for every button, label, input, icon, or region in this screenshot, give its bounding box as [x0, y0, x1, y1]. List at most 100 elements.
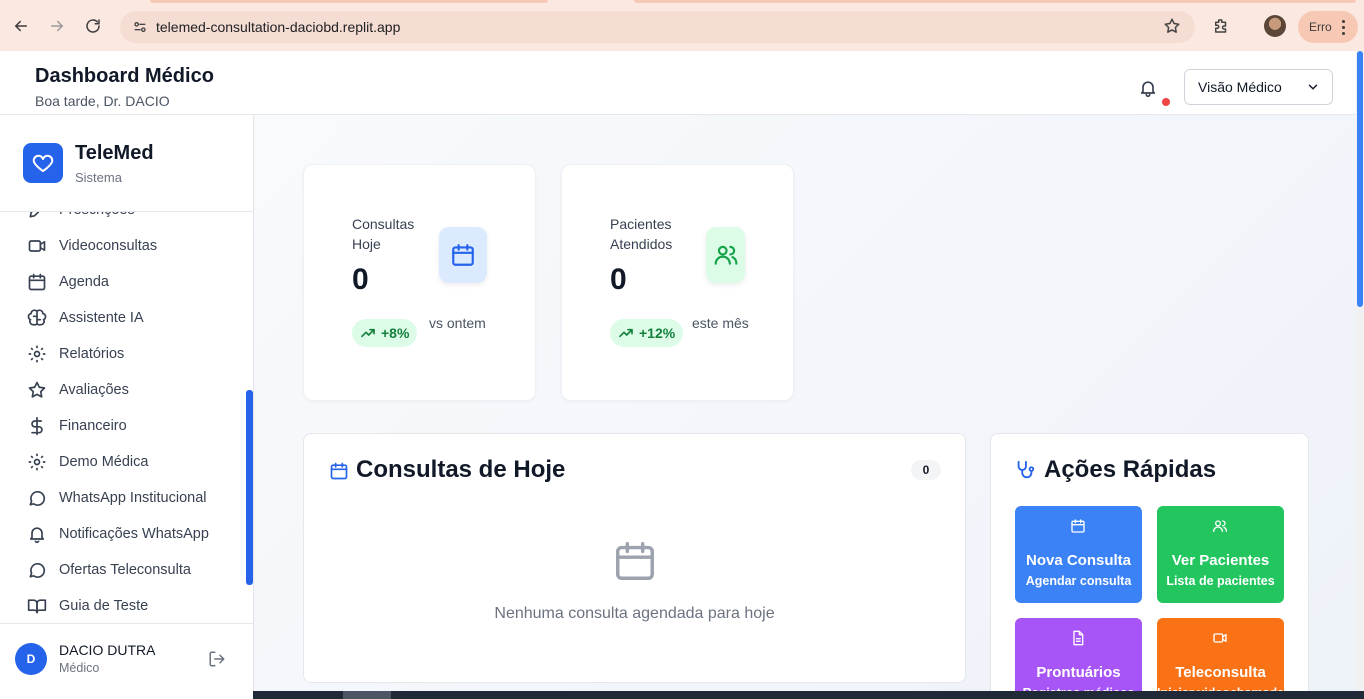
- sidebar-item-label: Relatórios: [59, 346, 125, 362]
- main-content: Consultas Hoje 0 +8% vs ontem Pacientes …: [255, 115, 1356, 699]
- calendar-icon: [329, 461, 349, 481]
- stethoscope-icon: [1014, 459, 1036, 481]
- stat-card-consultas-hoje: Consultas Hoje 0 +8% vs ontem: [303, 164, 536, 401]
- trend-caption: vs ontem: [429, 315, 486, 331]
- acoes-rapidas-panel: Ações Rápidas Nova Consulta Agendar cons…: [990, 433, 1309, 699]
- sidebar-item-guia-de-teste[interactable]: Guia de Teste: [0, 588, 246, 624]
- site-settings-icon[interactable]: [130, 17, 150, 37]
- page-scrollbar-thumb[interactable]: [1357, 51, 1363, 307]
- page-scrollbar[interactable]: [1356, 51, 1364, 699]
- video-icon: [28, 240, 46, 252]
- brain-icon: [27, 309, 47, 326]
- calendar-icon: [1071, 519, 1085, 533]
- sidebar-item-avaliacoes[interactable]: Avaliações: [0, 372, 246, 408]
- browser-error-button[interactable]: Erro: [1298, 11, 1358, 43]
- trend-caption: este mês: [692, 315, 749, 331]
- browser-toolbar: telemed-consultation-daciobd.replit.app …: [0, 0, 1364, 51]
- reload-icon[interactable]: [79, 12, 107, 40]
- sidebar-item-demo-medica[interactable]: Demo Médica: [0, 444, 246, 480]
- app-header: Dashboard Médico Boa tarde, Dr. DACIO Vi…: [0, 51, 1356, 115]
- sidebar-item-label: Agenda: [59, 274, 109, 290]
- sidebar-item-relatorios[interactable]: Relatórios: [0, 336, 246, 372]
- sidebar-item-notificacoes-whatsapp[interactable]: Notificações WhatsApp: [0, 516, 246, 552]
- calendar-icon: [439, 227, 487, 283]
- prontuarios-button[interactable]: Prontuários Registros médicos: [1015, 618, 1142, 699]
- page-title: Dashboard Médico: [35, 65, 214, 87]
- sidebar-item-label: Videoconsultas: [59, 238, 158, 254]
- ver-pacientes-button[interactable]: Ver Pacientes Lista de pacientes: [1157, 506, 1284, 603]
- back-arrow-icon[interactable]: [7, 12, 35, 40]
- trend-badge: +8%: [352, 319, 418, 347]
- panel-title: Ações Rápidas: [1044, 456, 1217, 483]
- brand-header: TeleMed Sistema: [0, 115, 253, 212]
- bell-icon: [29, 527, 45, 544]
- book-icon: [27, 599, 47, 614]
- url-text: telemed-consultation-daciobd.replit.app: [156, 19, 401, 35]
- chat-icon: [29, 490, 46, 506]
- empty-state-text: Nenhuma consulta agendada para hoje: [494, 605, 775, 622]
- sidebar-scrollbar[interactable]: [246, 390, 253, 585]
- calendar-empty-icon: [612, 538, 658, 584]
- extensions-puzzle-icon[interactable]: [1208, 13, 1234, 39]
- taskbar-item[interactable]: [343, 691, 391, 699]
- sidebar-item-label: Guia de Teste: [59, 598, 149, 614]
- quick-action-title: Ver Pacientes: [1171, 552, 1270, 569]
- view-mode-select[interactable]: Visão Médico: [1184, 69, 1333, 105]
- address-bar[interactable]: telemed-consultation-daciobd.replit.app: [120, 11, 1195, 43]
- browser-menu-icon[interactable]: [1342, 20, 1346, 35]
- users-icon: [1213, 520, 1227, 532]
- panel-title: Consultas de Hoje: [356, 456, 566, 483]
- user-profile: D DACIO DUTRA Médico: [0, 623, 253, 699]
- tab-strip-edge: [150, 0, 548, 3]
- bookmark-star-icon[interactable]: [1163, 17, 1181, 40]
- sidebar-item-assistente-ia[interactable]: Assistente IA: [0, 300, 246, 336]
- trending-up-icon: [619, 328, 633, 338]
- sidebar-item-label: Assistente IA: [59, 310, 144, 326]
- sidebar-item-ofertas-teleconsulta[interactable]: Ofertas Teleconsulta: [0, 552, 246, 588]
- teleconsulta-button[interactable]: Teleconsulta Iniciar videochamada: [1157, 618, 1284, 699]
- profile-avatar[interactable]: [1264, 15, 1286, 37]
- chevron-down-icon: [1306, 80, 1320, 94]
- view-mode-value: Visão Médico: [1198, 79, 1282, 95]
- trend-badge: +12%: [610, 319, 684, 347]
- users-icon: [706, 227, 745, 283]
- tab-strip-edge: [634, 0, 1356, 3]
- trend-value: +12%: [639, 325, 676, 341]
- sidebar-item-videoconsultas[interactable]: Videoconsultas: [0, 228, 246, 264]
- star-icon: [28, 381, 46, 398]
- sidebar: Prescrições Videoconsultas Agenda Assist…: [0, 115, 254, 699]
- heart-logo-icon: [23, 143, 63, 183]
- logout-icon[interactable]: [208, 650, 226, 668]
- browser-error-label: Erro: [1309, 20, 1332, 34]
- user-role: Médico: [59, 661, 100, 675]
- notifications-bell-icon[interactable]: [1138, 78, 1158, 98]
- stat-value: 0: [610, 263, 627, 296]
- calendar-icon: [28, 273, 46, 291]
- quick-action-subtitle: Lista de pacientes: [1166, 574, 1275, 588]
- avatar[interactable]: D: [15, 643, 47, 675]
- quick-action-title: Teleconsulta: [1175, 664, 1266, 681]
- consultas-de-hoje-panel: Consultas de Hoje 0 Nenhuma consulta age…: [303, 433, 966, 683]
- sidebar-item-label: Notificações WhatsApp: [59, 526, 209, 542]
- forward-arrow-icon[interactable]: [43, 12, 71, 40]
- dollar-icon: [31, 416, 43, 436]
- stat-label: Consultas Hoje: [352, 216, 415, 252]
- sidebar-item-whatsapp-institucional[interactable]: WhatsApp Institucional: [0, 480, 246, 516]
- sidebar-item-label: WhatsApp Institucional: [59, 490, 207, 506]
- file-icon: [1073, 630, 1084, 646]
- video-icon: [1213, 633, 1227, 643]
- gear-icon: [28, 453, 46, 471]
- sidebar-item-agenda[interactable]: Agenda: [0, 264, 246, 300]
- trending-up-icon: [361, 328, 375, 338]
- brand-name: TeleMed: [75, 142, 154, 164]
- notification-dot: [1162, 98, 1170, 106]
- greeting-text: Boa tarde, Dr. DACIO: [35, 93, 170, 109]
- sidebar-item-label: Avaliações: [59, 382, 129, 398]
- user-name: DACIO DUTRA: [59, 642, 156, 658]
- quick-action-title: Prontuários: [1036, 664, 1121, 681]
- sidebar-item-financeiro[interactable]: Financeiro: [0, 408, 246, 444]
- quick-action-subtitle: Agendar consulta: [1025, 574, 1132, 588]
- sidebar-nav: Prescrições Videoconsultas Agenda Assist…: [0, 192, 246, 624]
- nova-consulta-button[interactable]: Nova Consulta Agendar consulta: [1015, 506, 1142, 603]
- sidebar-item-label: Ofertas Teleconsulta: [59, 562, 191, 578]
